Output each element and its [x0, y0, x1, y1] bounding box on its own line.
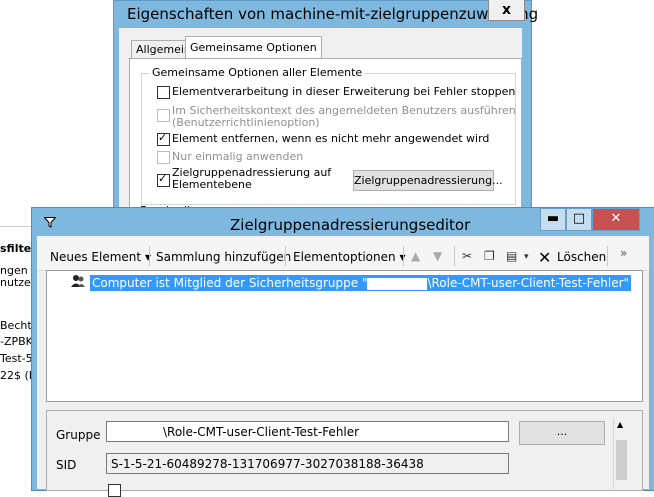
- option-user-context-checkbox[interactable]: [157, 109, 170, 122]
- maximize-button[interactable]: □: [566, 208, 592, 231]
- editor-title: Zielgruppenadressierungseditor: [230, 216, 471, 234]
- option-stop-on-error-checkbox[interactable]: [157, 86, 170, 99]
- option-remove-item-checkbox[interactable]: ✓: [157, 131, 170, 146]
- primary-group-checkbox[interactable]: [108, 484, 121, 497]
- sid-field[interactable]: S-1-5-21-60489278-131706977-3027038188-3…: [106, 453, 509, 474]
- item-options-label: Elementoptionen: [293, 250, 396, 264]
- toolbar-separator: [607, 246, 608, 266]
- checkmark-icon: ✓: [158, 131, 168, 144]
- list-item-text: \Role-CMT-user-Client-Test-Fehler": [427, 276, 630, 290]
- checkmark-icon: ✓: [158, 172, 168, 185]
- option-remove-item-label: Element entfernen, wenn es nicht mehr an…: [172, 132, 490, 145]
- close-button[interactable]: x: [488, 0, 525, 21]
- option-apply-once-label: Nur einmalig anwenden: [172, 150, 304, 163]
- security-group-icon: [70, 274, 86, 292]
- paste-dropdown-icon[interactable]: ▾: [524, 252, 529, 262]
- maximize-icon: □: [572, 211, 586, 226]
- cut-icon[interactable]: ✂: [462, 249, 472, 263]
- browse-group-button[interactable]: ...: [519, 421, 605, 445]
- minimize-button[interactable]: ▬: [540, 208, 566, 231]
- option-user-context-label-2: (Benutzerrichtlinienoption): [172, 116, 320, 129]
- filter-icon: [43, 217, 57, 232]
- targeting-button[interactable]: Zielgruppenadressierung...: [353, 170, 503, 191]
- toolbar-overflow-icon[interactable]: »: [620, 246, 627, 260]
- toolbar-separator: [149, 246, 150, 266]
- move-up-icon[interactable]: ▲: [411, 249, 420, 263]
- scrollbar-thumb[interactable]: [616, 440, 627, 480]
- option-stop-on-error-label: Elementverarbeitung in dieser Erweiterun…: [172, 85, 516, 98]
- delete-button[interactable]: Löschen: [557, 250, 606, 264]
- redacted-domain: [367, 277, 428, 290]
- new-item-label: Neues Element: [50, 250, 142, 264]
- minimize-icon: ▬: [546, 211, 560, 226]
- new-item-button[interactable]: Neues Element ▾: [50, 250, 151, 264]
- list-item-text: Computer ist Mitglied der Sicherheitsgru…: [92, 276, 368, 290]
- group-field[interactable]: \Role-CMT-user-Client-Test-Fehler: [106, 421, 509, 442]
- scroll-up-icon[interactable]: ▲: [617, 420, 623, 429]
- copy-icon[interactable]: ❐: [484, 249, 495, 263]
- toolbar-separator: [285, 246, 286, 266]
- option-apply-once-checkbox[interactable]: [157, 151, 170, 164]
- toolbar-separator: [454, 246, 455, 266]
- sid-label: SID: [56, 458, 77, 472]
- delete-icon[interactable]: ✕: [538, 248, 551, 267]
- option-item-targeting-label-2: Elementebene: [172, 178, 252, 191]
- move-down-icon[interactable]: ▼: [433, 249, 442, 263]
- add-collection-button[interactable]: Sammlung hinzufügen: [156, 250, 291, 264]
- background-text: Bechtl: [0, 319, 35, 332]
- list-item[interactable]: Computer ist Mitglied der Sicherheitsgru…: [90, 275, 632, 291]
- tab-gemeinsame-optionen[interactable]: Gemeinsame Optionen: [185, 36, 322, 59]
- properties-dialog-title: Eigenschaften von machine-mit-zielgruppe…: [127, 5, 539, 23]
- option-item-targeting-checkbox[interactable]: ✓: [157, 172, 170, 187]
- background-text: -ZPBK: [0, 335, 33, 348]
- paste-icon[interactable]: ▤: [506, 249, 517, 263]
- background-text: Test-5: [0, 352, 33, 365]
- editor-close-button[interactable]: ✕: [592, 208, 640, 231]
- item-options-button[interactable]: Elementoptionen ▾: [293, 250, 405, 264]
- toolbar-separator: [403, 246, 404, 266]
- close-icon: x: [501, 2, 512, 18]
- dropdown-arrow-icon: ▾: [144, 250, 151, 264]
- group-label: Gruppe: [56, 428, 101, 442]
- scrollbar[interactable]: ▲: [613, 418, 630, 489]
- options-group-title: Gemeinsame Optionen aller Elemente: [149, 66, 366, 79]
- close-icon: ✕: [610, 211, 622, 226]
